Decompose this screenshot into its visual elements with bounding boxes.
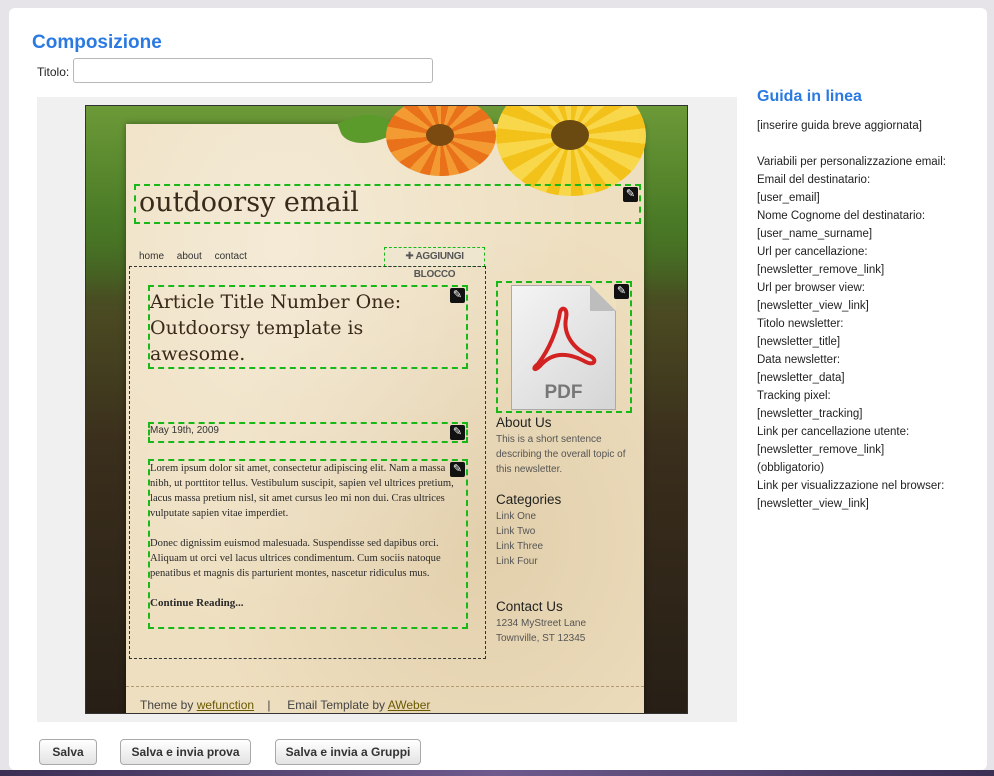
category-link[interactable]: Link Four xyxy=(496,554,543,569)
save-and-send-test-button[interactable]: Salva e invia prova xyxy=(120,739,251,765)
about-text: This is a short sentence describing the … xyxy=(496,434,626,475)
category-link[interactable]: Link Three xyxy=(496,539,543,554)
continue-reading-link[interactable]: Continue Reading... xyxy=(150,596,465,611)
email-template-preview: outdoorsy email ✎ home about contact ✚ A… xyxy=(85,105,688,714)
pencil-edit-icon[interactable]: ✎ xyxy=(450,288,465,303)
category-link[interactable]: Link Two xyxy=(496,524,543,539)
category-link[interactable]: Link One xyxy=(496,509,543,524)
article-title-block[interactable]: Article Title Number One: Outdoorsy temp… xyxy=(148,285,468,369)
flower-center xyxy=(551,120,589,150)
footer-separator: | xyxy=(267,698,271,712)
article-date-block[interactable]: May 19th, 2009 ✎ xyxy=(148,422,468,443)
add-block-button[interactable]: ✚ AGGIUNGI BLOCCO xyxy=(384,247,485,280)
article-date: May 19th, 2009 xyxy=(150,425,219,436)
footer-theme-prefix: Theme by xyxy=(140,698,197,712)
pencil-edit-icon[interactable]: ✎ xyxy=(623,187,638,202)
save-button[interactable]: Salva xyxy=(39,739,97,765)
contact-line: 1234 MyStreet Lane xyxy=(496,618,587,629)
contact-heading: Contact Us xyxy=(496,599,563,614)
save-and-send-groups-button[interactable]: Salva e invia a Gruppi xyxy=(275,739,421,765)
header-block[interactable]: outdoorsy email ✎ xyxy=(134,184,641,224)
categories-links: Link One Link Two Link Three Link Four xyxy=(496,509,543,569)
page-title: Composizione xyxy=(32,32,162,53)
wefunction-link[interactable]: wefunction xyxy=(197,698,254,712)
article-body-block[interactable]: Lorem ipsum dolor sit amet, consectetur … xyxy=(148,459,468,629)
acrobat-logo-icon xyxy=(532,306,597,372)
pdf-label: PDF xyxy=(544,382,583,403)
article-paragraph: Donec dignissim euismod malesuada. Suspe… xyxy=(150,538,441,579)
template-nav: home about contact xyxy=(139,251,257,262)
template-footer: Theme by wefunction | Email Template by … xyxy=(140,698,430,712)
nav-link-about[interactable]: about xyxy=(177,251,202,262)
pdf-image-block[interactable]: PDF ✎ xyxy=(496,281,632,413)
title-input[interactable] xyxy=(73,58,433,83)
contact-line: Townville, ST 12345 xyxy=(496,633,586,644)
nav-link-contact[interactable]: contact xyxy=(215,251,247,262)
flower-center xyxy=(426,124,454,146)
aweber-link[interactable]: AWeber xyxy=(388,698,431,712)
paper-edge xyxy=(126,686,644,693)
article-title: Article Title Number One: Outdoorsy temp… xyxy=(150,291,402,365)
newsletter-title: outdoorsy email xyxy=(139,187,359,218)
pencil-edit-icon[interactable]: ✎ xyxy=(450,462,465,477)
footer-template-prefix: Email Template by xyxy=(287,698,388,712)
contact-address: 1234 MyStreet Lane Townville, ST 12345 xyxy=(496,616,586,646)
title-label: Titolo: xyxy=(37,65,70,79)
pencil-edit-icon[interactable]: ✎ xyxy=(614,284,629,299)
article-paragraph: Lorem ipsum dolor sit amet, consectetur … xyxy=(150,463,454,519)
bottom-strip xyxy=(0,770,994,776)
guide-text: [inserire guida breve aggiornata] Variab… xyxy=(757,120,946,510)
pencil-edit-icon[interactable]: ✎ xyxy=(450,425,465,440)
article-body: Lorem ipsum dolor sit amet, consectetur … xyxy=(150,461,465,611)
categories-heading: Categories xyxy=(496,492,562,507)
guide-title: Guida in linea xyxy=(757,88,862,105)
pdf-file-icon: PDF xyxy=(511,285,616,410)
about-heading: About Us xyxy=(496,415,552,430)
nav-link-home[interactable]: home xyxy=(139,251,164,262)
